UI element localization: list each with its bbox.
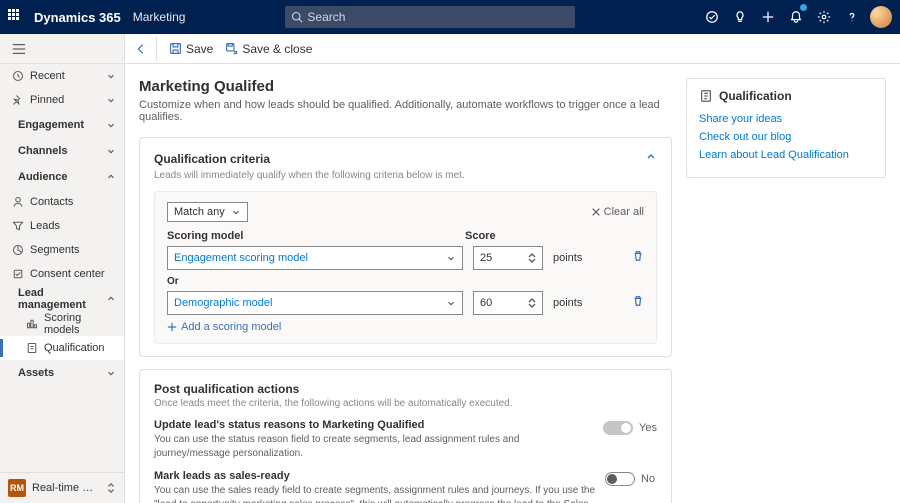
toggle-sales-ready[interactable] bbox=[605, 472, 635, 486]
save-button[interactable]: Save bbox=[169, 42, 213, 56]
help-title: Qualification bbox=[719, 89, 792, 103]
brand-label: Dynamics 365 bbox=[34, 10, 121, 25]
collapse-criteria-button[interactable] bbox=[645, 150, 657, 168]
settings-icon[interactable] bbox=[810, 0, 838, 34]
actions-subtitle: Once leads meet the criteria, the follow… bbox=[154, 398, 657, 409]
search-placeholder: Search bbox=[307, 10, 345, 24]
link-share-ideas[interactable]: Share your ideas bbox=[699, 113, 873, 125]
nav-consent[interactable]: Consent center bbox=[0, 262, 124, 286]
user-avatar[interactable] bbox=[870, 6, 892, 28]
app-launcher-icon[interactable] bbox=[8, 9, 24, 25]
command-bar: Save Save & close bbox=[125, 34, 900, 64]
hamburger-icon[interactable] bbox=[0, 34, 124, 64]
match-selector[interactable]: Match any bbox=[167, 202, 248, 222]
criteria-title: Qualification criteria bbox=[154, 152, 270, 166]
nav-section-assets[interactable]: Assets bbox=[0, 360, 124, 386]
action-update-status: Update lead's status reasons to Marketin… bbox=[154, 419, 657, 460]
module-label: Marketing bbox=[133, 10, 186, 24]
score-input[interactable]: 60 bbox=[473, 291, 543, 315]
top-bar: Dynamics 365 Marketing Search bbox=[0, 0, 900, 34]
toggle-update-status[interactable] bbox=[603, 421, 633, 435]
delete-row-button[interactable] bbox=[632, 249, 644, 267]
criteria-subtitle: Leads will immediately qualify when the … bbox=[154, 170, 657, 181]
post-qualification-card: Post qualification actions Once leads me… bbox=[139, 369, 672, 503]
col-score: Score bbox=[465, 230, 496, 242]
add-scoring-model-button[interactable]: Add a scoring model bbox=[167, 321, 644, 333]
clear-all-button[interactable]: Clear all bbox=[591, 206, 644, 218]
save-close-button[interactable]: Save & close bbox=[225, 42, 312, 56]
nav-section-lead-management[interactable]: Lead management bbox=[0, 286, 124, 312]
nav-recent[interactable]: Recent bbox=[0, 64, 124, 88]
nav-scoring-models[interactable]: Scoring models bbox=[0, 312, 124, 336]
nav-leads[interactable]: Leads bbox=[0, 214, 124, 238]
scoring-model-select[interactable]: Engagement scoring model bbox=[167, 246, 463, 270]
score-input[interactable]: 25 bbox=[473, 246, 543, 270]
lightbulb-icon[interactable] bbox=[726, 0, 754, 34]
add-icon[interactable] bbox=[754, 0, 782, 34]
nav-qualification[interactable]: Qualification bbox=[0, 336, 124, 360]
main-region: Save Save & close Marketing Qualifed Cus… bbox=[125, 34, 900, 503]
area-badge: RM bbox=[8, 479, 26, 497]
col-scoring-model: Scoring model bbox=[167, 230, 465, 242]
page-description: Customize when and how leads should be q… bbox=[139, 99, 672, 123]
help-panel: Qualification Share your ideas Check out… bbox=[686, 78, 886, 178]
link-blog[interactable]: Check out our blog bbox=[699, 131, 873, 143]
back-button[interactable] bbox=[133, 37, 157, 61]
action-sales-ready: Mark leads as sales-ready You can use th… bbox=[154, 470, 657, 503]
or-label: Or bbox=[167, 276, 644, 287]
nav-contacts[interactable]: Contacts bbox=[0, 190, 124, 214]
criteria-row: Engagement scoring model 25 points bbox=[167, 246, 644, 270]
unit-label: points bbox=[553, 297, 582, 309]
scoring-model-select[interactable]: Demographic model bbox=[167, 291, 463, 315]
unit-label: points bbox=[553, 252, 582, 264]
task-icon[interactable] bbox=[698, 0, 726, 34]
global-search[interactable]: Search bbox=[285, 6, 575, 28]
nav-section-engagement[interactable]: Engagement bbox=[0, 112, 124, 138]
area-switcher[interactable]: RM Real-time marketi... bbox=[0, 472, 124, 503]
help-icon[interactable] bbox=[838, 0, 866, 34]
delete-row-button[interactable] bbox=[632, 294, 644, 312]
actions-title: Post qualification actions bbox=[154, 382, 299, 396]
qualification-criteria-card: Qualification criteria Leads will immedi… bbox=[139, 137, 672, 357]
criteria-row: Demographic model 60 points bbox=[167, 291, 644, 315]
nav-pinned[interactable]: Pinned bbox=[0, 88, 124, 112]
page-title: Marketing Qualifed bbox=[139, 78, 672, 95]
nav-segments[interactable]: Segments bbox=[0, 238, 124, 262]
sidebar: Recent Pinned Engagement Channels Audien… bbox=[0, 34, 125, 503]
notifications-icon[interactable] bbox=[782, 0, 810, 34]
criteria-builder: Match any Clear all Scoring model Score … bbox=[154, 191, 657, 344]
nav-section-audience[interactable]: Audience bbox=[0, 164, 124, 190]
link-learn-qualification[interactable]: Learn about Lead Qualification bbox=[699, 149, 873, 161]
nav-section-channels[interactable]: Channels bbox=[0, 138, 124, 164]
